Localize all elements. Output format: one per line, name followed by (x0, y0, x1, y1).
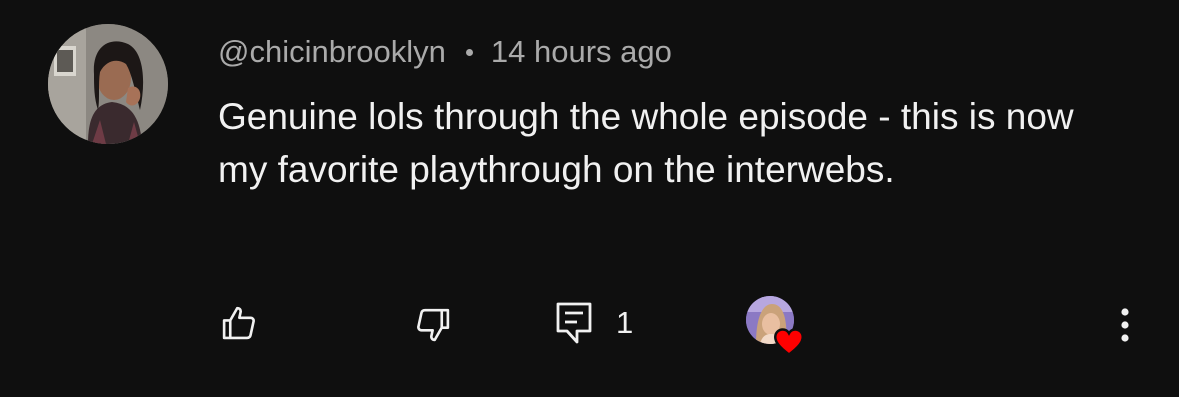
comment-timestamp[interactable]: 14 hours ago (491, 34, 672, 70)
separator-dot (465, 48, 473, 56)
dislike-button[interactable] (408, 300, 458, 350)
more-options-button[interactable] (1108, 300, 1142, 350)
like-button[interactable] (214, 298, 264, 348)
author-handle[interactable]: @chicinbrooklyn (218, 34, 446, 70)
more-vert-icon (1121, 308, 1129, 342)
thumbs-up-icon (222, 306, 255, 340)
author-avatar[interactable] (48, 24, 168, 144)
author-avatar-image (48, 24, 168, 144)
comment-actions: 1 (0, 292, 1179, 356)
thumbs-down-icon (417, 308, 450, 342)
reply-count: 1 (616, 305, 634, 340)
comment-reply-icon (556, 302, 592, 344)
comment-text: Genuine lols through the whole episode -… (218, 96, 1074, 190)
comment-meta: @chicinbrooklyn 14 hours ago (218, 30, 672, 74)
comment-item: @chicinbrooklyn 14 hours ago Genuine lol… (0, 0, 1179, 397)
reply-button[interactable]: 1 (554, 298, 633, 348)
creator-heart-badge[interactable] (746, 296, 808, 358)
heart-icon (774, 328, 804, 356)
